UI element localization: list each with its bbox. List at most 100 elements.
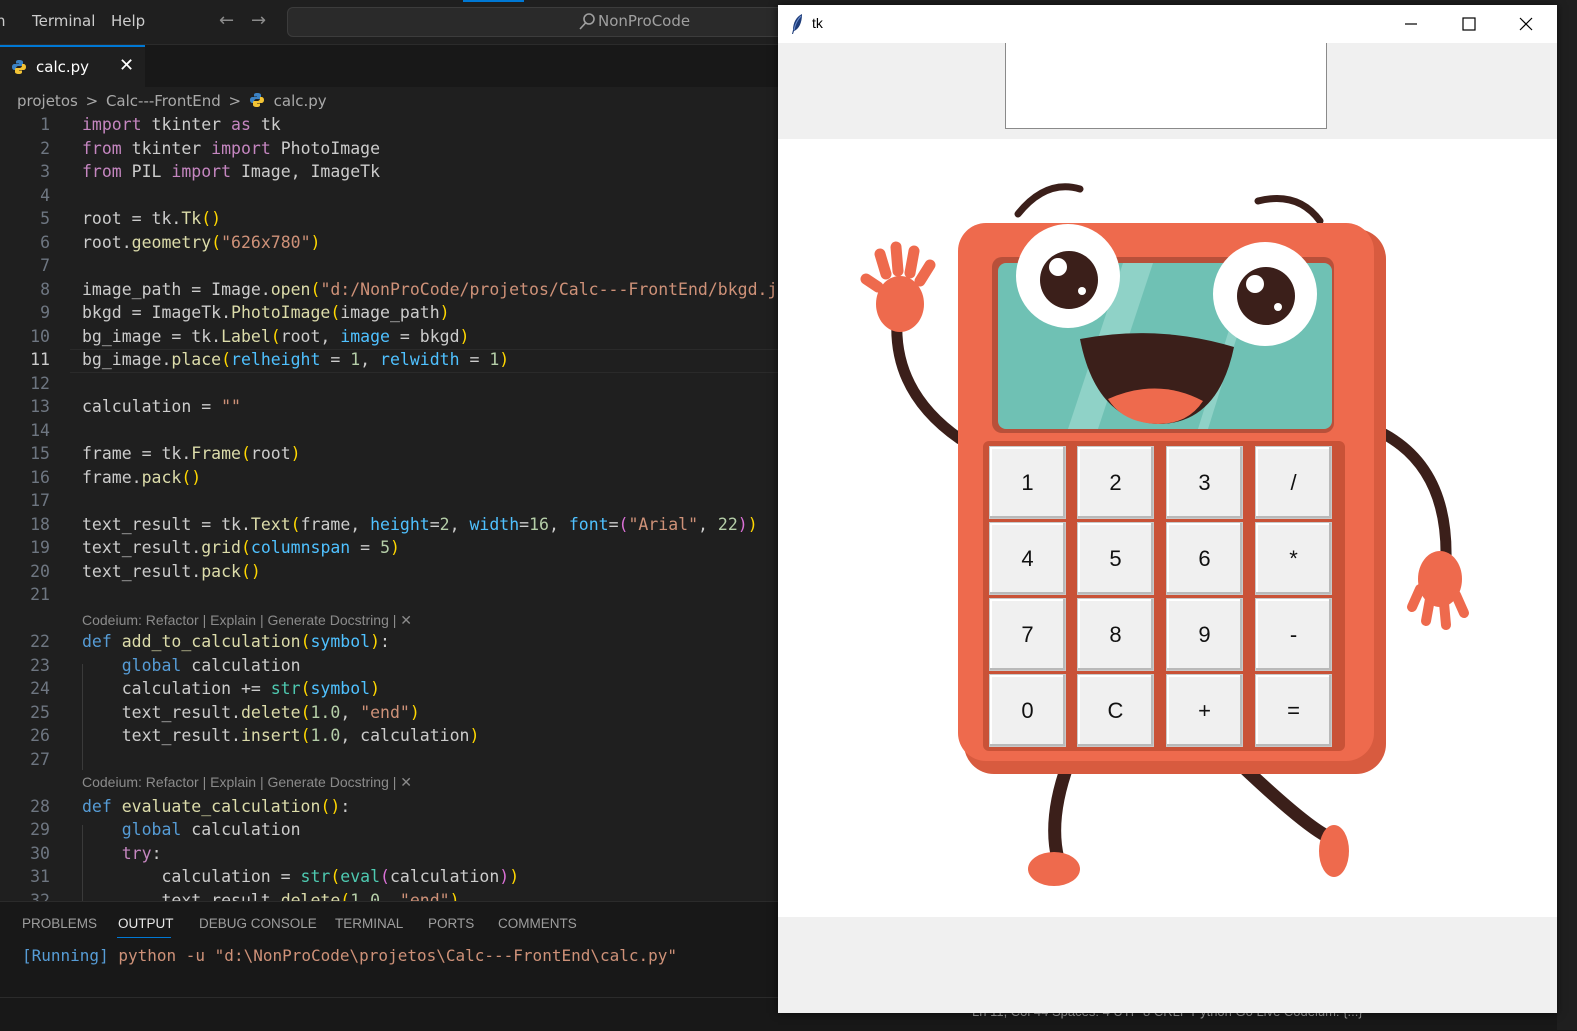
key-3-button[interactable]: 3 — [1166, 446, 1243, 519]
key-6-button[interactable]: 6 — [1166, 522, 1243, 595]
active-tab-indicator — [117, 937, 171, 938]
key-9-button[interactable]: 9 — [1166, 598, 1243, 671]
menu-help[interactable]: Help — [111, 12, 145, 30]
key-0-button[interactable]: 0 — [989, 674, 1066, 747]
code-line[interactable]: 2 from tkinter import PhotoImage — [0, 137, 778, 160]
line-number: 16 — [30, 467, 50, 487]
line-number: 30 — [30, 843, 50, 863]
maximize-button[interactable] — [1439, 5, 1497, 43]
code-line[interactable]: 3 from PIL import Image, ImageTk — [0, 160, 778, 183]
code-text: frame = tk.Frame(root) — [82, 444, 301, 463]
tab-label: calc.py — [36, 58, 90, 76]
tab-calc-py[interactable]: calc.py ✕ — [0, 45, 145, 87]
feather-icon — [792, 14, 802, 34]
close-icon[interactable]: ✕ — [119, 55, 134, 76]
code-line[interactable]: 10 bg_image = tk.Label(root, image = bkgd… — [0, 325, 778, 348]
line-number: 19 — [30, 538, 50, 557]
key-equals-button[interactable]: = — [1255, 674, 1332, 747]
code-text: image_path = Image.open("d:/NonProCode/p… — [82, 279, 778, 299]
code-line[interactable]: 18 text_result = tk.Text(frame, height=2,… — [0, 513, 778, 536]
line-number: 20 — [30, 561, 50, 581]
key-2-button[interactable]: 2 — [1077, 446, 1154, 519]
panel-tab-debug-console[interactable]: DEBUG CONSOLE — [199, 916, 317, 931]
line-number: 8 — [40, 279, 50, 299]
menu-terminal[interactable]: Terminal — [32, 12, 95, 30]
code-line[interactable]: 14 — [0, 419, 778, 442]
codelens-add-to-calculation[interactable]: Codeium: Refactor | Explain | Generate D… — [82, 612, 412, 629]
code-line[interactable]: 24 calculation += str(symbol) — [0, 677, 778, 700]
code-line[interactable]: 7 — [0, 254, 778, 277]
code-line[interactable]: 30 try: — [0, 842, 778, 865]
key-1-button[interactable]: 1 — [989, 446, 1066, 519]
breadcrumb-separator: > — [228, 92, 242, 110]
breadcrumb-folder[interactable]: Calc---FrontEnd — [106, 92, 221, 110]
key-5-button[interactable]: 5 — [1077, 522, 1154, 595]
code-line[interactable]: 15 frame = tk.Frame(root) — [0, 442, 778, 465]
code-line[interactable]: 23 global calculation — [0, 654, 778, 677]
code-line[interactable]: 8 image_path = Image.open("d:/NonProCode/… — [0, 278, 778, 301]
panel-tab-terminal[interactable]: TERMINAL — [335, 916, 403, 931]
code-line[interactable]: 29 global calculation — [0, 818, 778, 841]
code-line[interactable]: 25 text_result.delete(1.0, "end") — [0, 701, 778, 724]
panel-tab-problems[interactable]: PROBLEMS — [22, 916, 97, 931]
panel-tab-output[interactable]: OUTPUT — [118, 916, 174, 931]
code-line[interactable]: 27 — [0, 748, 778, 771]
code-line[interactable]: 17 — [0, 489, 778, 512]
code-line[interactable]: 1 import tkinter as tk — [0, 113, 778, 136]
code-line[interactable]: 13 calculation = "" — [0, 395, 778, 418]
line-number: 28 — [30, 796, 50, 816]
minimize-button[interactable] — [1381, 5, 1439, 43]
key-multiply-button[interactable]: * — [1255, 522, 1332, 595]
code-line[interactable]: 22 def add_to_calculation(symbol): — [0, 630, 778, 653]
line-number: 3 — [40, 162, 50, 181]
key-8-button[interactable]: 8 — [1077, 598, 1154, 671]
window-close-icon — [1519, 17, 1533, 31]
back-arrow-icon[interactable]: ← — [219, 10, 234, 31]
line-number: 22 — [30, 632, 50, 651]
code-editor[interactable]: Codeium: Refactor | Explain | Generate D… — [0, 113, 778, 901]
codelens-evaluate-calculation[interactable]: Codeium: Refactor | Explain | Generate D… — [82, 774, 412, 791]
line-number: 17 — [30, 491, 50, 510]
line-number: 31 — [30, 867, 50, 886]
window-close-button[interactable] — [1497, 5, 1555, 43]
panel-tab-ports[interactable]: PORTS — [428, 916, 474, 931]
breadcrumb-separator: > — [85, 92, 99, 110]
menu-run[interactable]: n — [0, 12, 6, 30]
key-7-button[interactable]: 7 — [989, 598, 1066, 671]
code-line[interactable]: 28 def evaluate_calculation(): — [0, 795, 778, 818]
tk-window: tk 1 2 3 / 4 5 6 * 7 8 9 - 0 C + = — [778, 5, 1557, 1013]
code-line[interactable]: 9 bkgd = ImageTk.PhotoImage(image_path) — [0, 301, 778, 324]
breadcrumb-file[interactable]: calc.py — [274, 92, 327, 110]
code-line[interactable]: 11 bg_image.place(relheight = 1, relwidth… — [0, 348, 778, 371]
code-line[interactable]: 21 — [0, 583, 778, 606]
line-number: 29 — [30, 820, 50, 839]
code-text: bg_image = tk.Label(root, image = bkgd) — [82, 326, 470, 346]
code-line[interactable]: 32 text_result.delete(1.0, "end") — [0, 889, 778, 902]
code-line[interactable]: 19 text_result.grid(columnspan = 5) — [0, 536, 778, 559]
tk-title-bar[interactable]: tk — [778, 5, 1557, 43]
key-subtract-button[interactable]: - — [1255, 598, 1332, 671]
breadcrumb-projetos[interactable]: projetos — [17, 92, 78, 110]
minimize-icon — [1405, 23, 1417, 25]
line-number: 7 — [40, 256, 50, 275]
key-divide-button[interactable]: / — [1255, 446, 1332, 519]
code-line[interactable]: 26 text_result.insert(1.0, calculation) — [0, 724, 778, 747]
line-number: 2 — [40, 138, 50, 158]
code-line[interactable]: 4 — [0, 184, 778, 207]
code-line[interactable]: 5 root = tk.Tk() — [0, 207, 778, 230]
forward-arrow-icon[interactable]: → — [251, 10, 266, 31]
output-command: python -u "d:\NonProCode\projetos\Calc--… — [118, 946, 678, 965]
code-line[interactable]: 12 — [0, 372, 778, 395]
code-text: calculation = "" — [82, 397, 241, 416]
calc-result-textbox[interactable] — [1005, 43, 1327, 129]
key-4-button[interactable]: 4 — [989, 522, 1066, 595]
key-clear-button[interactable]: C — [1077, 674, 1154, 747]
line-number: 15 — [30, 444, 50, 463]
code-line[interactable]: 31 calculation = str(eval(calculation)) — [0, 865, 778, 888]
code-line[interactable]: 6 root.geometry("626x780") — [0, 231, 778, 254]
key-add-button[interactable]: + — [1166, 674, 1243, 747]
code-line[interactable]: 16 frame.pack() — [0, 466, 778, 489]
code-line[interactable]: 20 text_result.pack() — [0, 560, 778, 583]
command-center-search[interactable]: NonProCode — [287, 7, 809, 37]
panel-tab-comments[interactable]: COMMENTS — [498, 916, 577, 931]
